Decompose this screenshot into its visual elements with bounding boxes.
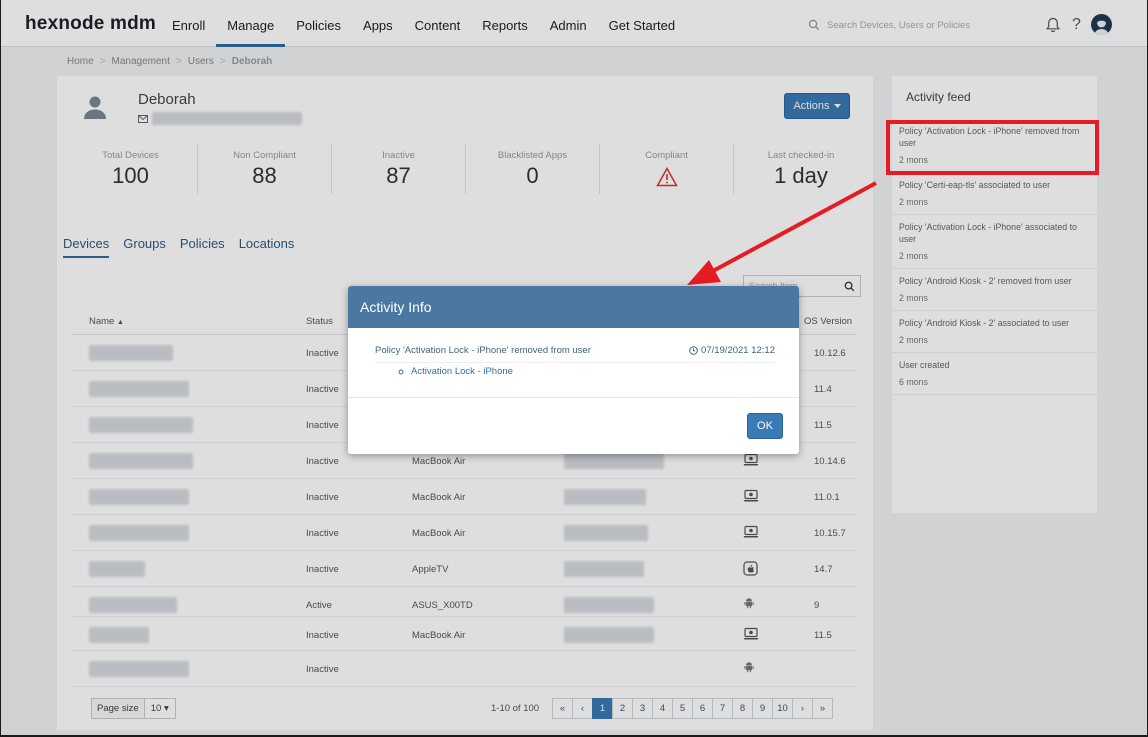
- policy-link[interactable]: Activation Lock - iPhone: [411, 366, 513, 377]
- activity-message: Policy 'Activation Lock - iPhone' remove…: [375, 345, 591, 356]
- bullet-icon: [398, 369, 404, 374]
- app-frame: hexnode mdm Enroll Manage Policies Apps …: [1, 0, 1147, 735]
- activity-timestamp-text: 07/19/2021 12:12: [701, 345, 775, 356]
- activity-sub-item: Activation Lock - iPhone: [398, 366, 513, 377]
- activity-info-modal: Activity Info Policy 'Activation Lock - …: [348, 286, 799, 454]
- ok-button[interactable]: OK: [747, 413, 783, 439]
- modal-title: Activity Info: [348, 286, 799, 328]
- activity-timestamp: 07/19/2021 12:12: [689, 345, 775, 356]
- clock-icon: [689, 346, 698, 355]
- modal-body: Policy 'Activation Lock - iPhone' remove…: [348, 328, 799, 398]
- activity-detail: Policy 'Activation Lock - iPhone' remove…: [375, 345, 775, 363]
